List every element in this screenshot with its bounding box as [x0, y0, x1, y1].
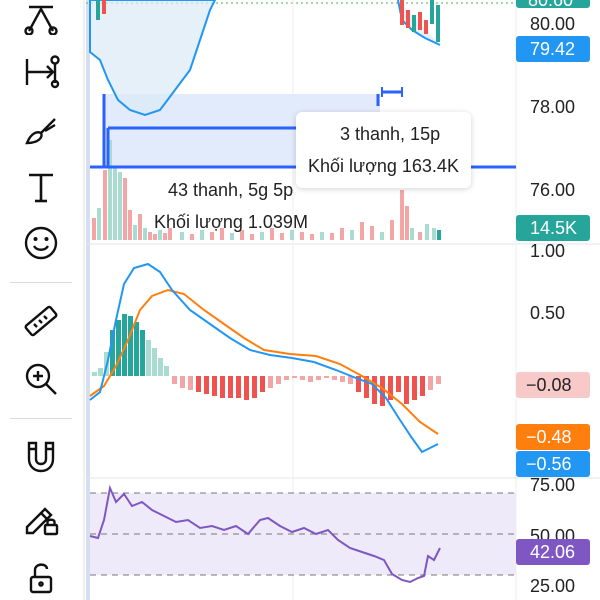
macd-histogram-bar — [172, 376, 177, 384]
candle — [430, 0, 434, 24]
volume-bar — [143, 228, 147, 240]
rsi-badge-text: 42.06 — [530, 542, 575, 562]
volume-bar — [350, 230, 354, 240]
macd-histogram-bar — [340, 376, 345, 382]
macd-histogram-bar — [420, 376, 425, 396]
candle — [412, 15, 416, 32]
macd-badge-text: −0.56 — [526, 454, 572, 474]
macd-histogram-bar — [128, 316, 133, 376]
candle — [102, 0, 106, 14]
candle — [418, 12, 422, 30]
crosshair-strip — [86, 0, 90, 600]
volume-bar — [418, 232, 422, 240]
volume-bar — [390, 220, 394, 240]
macd-histogram-bar — [292, 376, 297, 378]
tooltip-volume-text: Khối lượng 1.039M — [154, 212, 308, 232]
macd-histogram-bar — [324, 376, 329, 378]
tooltip-bars-text: 3 thanh, 15p — [340, 124, 441, 144]
macd-histogram-bar — [158, 358, 163, 376]
volume-bar — [425, 224, 429, 240]
candle — [436, 5, 440, 42]
candle — [400, 0, 404, 25]
macd-histogram-bar — [146, 340, 151, 376]
macd-histogram-bar — [436, 376, 441, 384]
rsi-axis-label: 75.00 — [530, 475, 575, 495]
macd-histogram-bar — [428, 376, 433, 390]
macd-histogram-bar — [372, 376, 377, 404]
volume-bar — [92, 218, 96, 240]
macd-histogram-bar — [236, 376, 241, 398]
volume-bar — [330, 233, 334, 240]
macd-histogram-bar — [196, 376, 201, 392]
macd-histogram-bar — [140, 330, 145, 376]
macd-histogram-bar — [152, 348, 157, 376]
macd-histogram-bar — [244, 376, 249, 400]
macd-histogram-bar — [412, 376, 417, 400]
macd-histogram-bar — [396, 376, 401, 392]
macd-histogram-bar — [316, 376, 321, 380]
volume-bar — [432, 228, 436, 240]
volume-bar — [113, 168, 117, 240]
candle — [406, 10, 410, 28]
macd-histogram-bar — [180, 376, 185, 388]
macd-histogram-bar — [300, 376, 305, 380]
macd-histogram-bar — [98, 368, 103, 376]
volume-bar — [405, 206, 409, 240]
volume-bar — [103, 170, 107, 240]
macd-histogram-bar — [284, 376, 289, 380]
histogram-badge-text: −0.08 — [526, 375, 572, 395]
volume-bar — [310, 234, 314, 240]
price-axis-label: 76.00 — [530, 180, 575, 200]
last-price-badge-text: 79.42 — [530, 39, 575, 59]
measure-tooltip-large: 43 thanh, 5g 5p Khối lượng 1.039M — [154, 174, 308, 238]
rsi-axis-label: 25.00 — [530, 576, 575, 596]
macd-histogram-bar — [212, 376, 217, 396]
volume-bar — [97, 208, 101, 240]
signal-badge-text: −0.48 — [526, 427, 572, 447]
macd-histogram-bar — [116, 320, 121, 376]
macd-histogram-bar — [260, 376, 265, 392]
volume-bar — [133, 225, 137, 240]
price-axis-label: 78.00 — [530, 97, 575, 117]
volume-bar — [400, 190, 404, 240]
macd-histogram-bar — [92, 372, 97, 376]
volume-bar — [128, 210, 132, 240]
candle — [424, 20, 428, 34]
macd-histogram-bar — [220, 376, 225, 398]
chart-area[interactable]: 80.60 80.00 79.42 78.00 76.00 14.5K 1.00… — [0, 0, 600, 600]
macd-histogram-bar — [188, 376, 193, 390]
volume-bar — [340, 228, 344, 240]
macd-axis-label: 0.50 — [530, 303, 565, 323]
macd-histogram-bar — [252, 376, 257, 398]
volume-bar — [118, 172, 122, 240]
top-price-badge-text: 80.60 — [528, 0, 573, 10]
macd-histogram-bar — [228, 376, 233, 398]
macd-histogram-bar — [404, 376, 409, 404]
volume-bar — [437, 230, 441, 240]
macd-histogram-bar — [308, 376, 313, 382]
macd-axis-label: 1.00 — [530, 241, 565, 261]
price-axis-label: 80.00 — [530, 14, 575, 34]
volume-bar — [123, 178, 127, 240]
macd-histogram-bar — [268, 376, 273, 388]
volume-bar — [148, 232, 152, 240]
volume-bar — [138, 214, 142, 240]
volume-bar — [360, 222, 364, 240]
tooltip-bars-text: 43 thanh, 5g 5p — [168, 180, 294, 200]
macd-histogram-bar — [204, 376, 209, 394]
tooltip-volume-text: Khối lượng 163.4K — [308, 156, 459, 176]
volume-bar — [320, 232, 324, 240]
macd-histogram-bar — [164, 366, 169, 376]
volume-bar — [370, 226, 374, 240]
macd-histogram-bar — [276, 376, 281, 384]
candle — [96, 0, 100, 20]
volume-badge-text: 14.5K — [530, 218, 577, 238]
macd-histogram-bar — [332, 376, 337, 380]
volume-bar — [410, 228, 414, 240]
measure-tooltip-small: 3 thanh, 15p Khối lượng 163.4K — [296, 112, 471, 188]
volume-bar — [380, 232, 384, 240]
macd-histogram-bar — [134, 322, 139, 376]
